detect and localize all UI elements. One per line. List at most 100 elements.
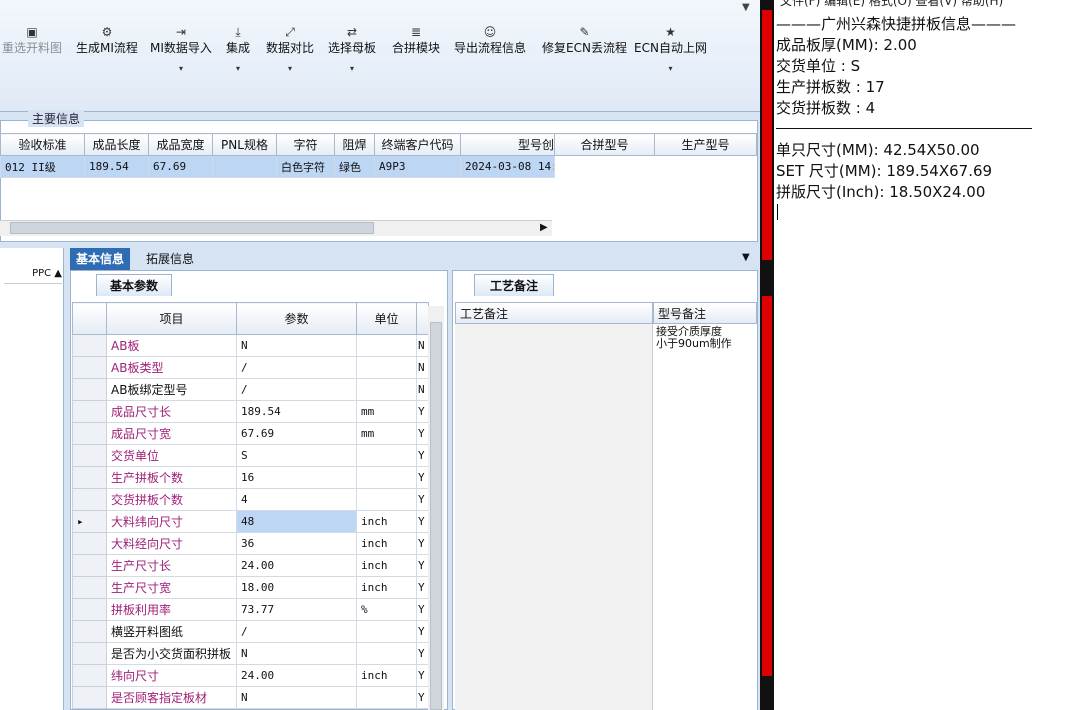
col-unit[interactable]: 单位 bbox=[356, 302, 417, 335]
dropdown-arrow-icon[interactable]: ▾ bbox=[150, 64, 212, 73]
param-value[interactable]: 24.00 bbox=[236, 664, 357, 687]
col-param[interactable]: 参数 bbox=[236, 302, 357, 335]
param-value[interactable]: 16 bbox=[236, 466, 357, 489]
param-value[interactable]: S bbox=[236, 444, 357, 467]
dropdown-arrow-icon[interactable]: ▾ bbox=[226, 64, 250, 73]
toolbar-button-3[interactable]: ⤓ 集成 ▾ bbox=[226, 24, 250, 73]
col-main-6[interactable]: 终端客户代码 bbox=[374, 133, 461, 156]
param-value[interactable]: / bbox=[236, 356, 357, 379]
row-selector[interactable] bbox=[72, 554, 107, 577]
param-value[interactable]: 48 bbox=[236, 510, 357, 533]
param-value[interactable]: / bbox=[236, 620, 357, 643]
param-row[interactable]: AB板绑定型号 / N bbox=[72, 378, 429, 401]
param-row[interactable]: 交货单位 S Y bbox=[72, 444, 429, 467]
row-selector[interactable] bbox=[72, 356, 107, 379]
param-value[interactable]: N bbox=[236, 334, 357, 357]
row-selector[interactable] bbox=[72, 444, 107, 467]
param-value[interactable]: N bbox=[236, 686, 357, 709]
param-value[interactable]: 73.77 bbox=[236, 598, 357, 621]
tab-basic-info[interactable]: 基本信息 bbox=[70, 248, 131, 270]
main-grid-hscroll-thumb[interactable] bbox=[10, 222, 374, 234]
col-main-3[interactable]: PNL规格 bbox=[212, 133, 277, 156]
param-value[interactable]: 189.54 bbox=[236, 400, 357, 423]
param-value[interactable]: / bbox=[236, 378, 357, 401]
row-selector[interactable] bbox=[72, 598, 107, 621]
col-main-2[interactable]: 成品宽度 bbox=[148, 133, 213, 156]
toolbar-button-2[interactable]: ⇥ MI数据导入 ▾ bbox=[150, 24, 212, 73]
row-selector[interactable] bbox=[72, 576, 107, 599]
toolbar-button-7[interactable]: ☺ 导出流程信息 bbox=[454, 24, 526, 56]
tab-extended-info[interactable]: 拓展信息 bbox=[140, 248, 200, 270]
toolbar-button-1[interactable]: ⚙ 生成MI流程 bbox=[76, 24, 138, 56]
dropdown-arrow-icon[interactable]: ▾ bbox=[634, 64, 707, 73]
main-cell-4[interactable]: 白色字符 bbox=[276, 155, 335, 178]
scroll-right-icon[interactable]: ▶ bbox=[540, 222, 548, 233]
row-selector[interactable] bbox=[72, 532, 107, 555]
param-value[interactable]: 67.69 bbox=[236, 422, 357, 445]
param-row[interactable]: 交货拼板个数 4 Y bbox=[72, 488, 429, 511]
param-value[interactable]: 4 bbox=[236, 488, 357, 511]
toolbar-button-4[interactable]: ⤢ 数据对比 ▾ bbox=[266, 24, 314, 73]
col-main-4[interactable]: 字符 bbox=[276, 133, 335, 156]
tab-menu-chevron-down-icon[interactable]: ▼ bbox=[742, 252, 750, 263]
main-cell-2[interactable]: 67.69 bbox=[148, 155, 213, 178]
col-main-5[interactable]: 阻焊 bbox=[334, 133, 375, 156]
row-selector[interactable] bbox=[72, 378, 107, 401]
param-row[interactable]: 是否为小交货面积拼板 N Y bbox=[72, 642, 429, 665]
model-remark-area[interactable] bbox=[653, 302, 757, 710]
row-selector[interactable] bbox=[72, 488, 107, 511]
col-main-1[interactable]: 成品长度 bbox=[84, 133, 149, 156]
param-row[interactable]: 拼板利用率 73.77% Y bbox=[72, 598, 429, 621]
toolbar-button-8[interactable]: ✎ 修复ECN丢流程 bbox=[542, 24, 627, 56]
param-row[interactable]: 是否顾客指定板材 N Y bbox=[72, 686, 429, 709]
dropdown-arrow-icon[interactable]: ▾ bbox=[328, 64, 376, 73]
col-production-model[interactable]: 生产型号 bbox=[654, 133, 757, 156]
col-item[interactable]: 项目 bbox=[106, 302, 237, 335]
toolbar-button-0[interactable]: ▣ 重选开料图 bbox=[2, 24, 62, 56]
main-cell-7[interactable]: 2024-03-08 14:5 bbox=[460, 155, 555, 178]
row-selector[interactable] bbox=[72, 642, 107, 665]
toolbar-button-5[interactable]: ⇄ 选择母板 ▾ bbox=[328, 24, 376, 73]
param-value[interactable]: N bbox=[236, 642, 357, 665]
toolbar-button-9[interactable]: ★ ECN自动上网 ▾ bbox=[634, 24, 707, 73]
params-vscroll-thumb[interactable] bbox=[430, 322, 442, 710]
row-selector[interactable] bbox=[72, 620, 107, 643]
row-selector[interactable] bbox=[72, 422, 107, 445]
row-selector[interactable] bbox=[72, 400, 107, 423]
param-row[interactable]: 生产尺寸宽 18.00 inch Y bbox=[72, 576, 429, 599]
row-selector[interactable]: ▸ bbox=[72, 510, 107, 533]
tab-process-remarks[interactable]: 工艺备注 bbox=[474, 274, 554, 296]
col-main-7[interactable]: 型号创 bbox=[460, 133, 555, 156]
toolbar-button-6[interactable]: ≣ 合拼模块 bbox=[392, 24, 440, 56]
param-row[interactable]: 成品尺寸宽 67.69 mm Y bbox=[72, 422, 429, 445]
toolbar-scroll-down-icon[interactable]: ▼ bbox=[742, 2, 756, 16]
tab-basic-params[interactable]: 基本参数 bbox=[96, 274, 172, 296]
row-selector[interactable] bbox=[72, 466, 107, 489]
row-selector[interactable] bbox=[72, 334, 107, 357]
main-cell-3[interactable] bbox=[212, 155, 277, 178]
main-cell-5[interactable]: 绿色 bbox=[334, 155, 375, 178]
main-info-row[interactable]: 012 II级 189.54 67.69 白色字符 绿色 A9P3 2024-03-08 1… bbox=[0, 155, 555, 178]
process-remark-area[interactable] bbox=[455, 302, 653, 710]
row-selector[interactable] bbox=[72, 686, 107, 709]
main-cell-6[interactable]: A9P3 bbox=[374, 155, 461, 178]
param-row[interactable]: AB板 N N bbox=[72, 334, 429, 357]
main-cell-1[interactable]: 189.54 bbox=[84, 155, 149, 178]
param-row[interactable]: ▸ 大料纬向尺寸 48 inch Y bbox=[72, 510, 429, 533]
param-row[interactable]: 成品尺寸长 189.54 mm Y bbox=[72, 400, 429, 423]
param-row[interactable]: 大料经向尺寸 36 inch Y bbox=[72, 532, 429, 555]
param-row[interactable]: AB板类型 / N bbox=[72, 356, 429, 379]
param-value[interactable]: 18.00 bbox=[236, 576, 357, 599]
main-cell-0[interactable]: 012 II级 bbox=[0, 155, 85, 178]
param-value[interactable]: 24.00 bbox=[236, 554, 357, 577]
param-row[interactable]: 生产尺寸长 24.00 inch Y bbox=[72, 554, 429, 577]
row-selector[interactable] bbox=[72, 664, 107, 687]
col-merge-model[interactable]: 合拼型号 bbox=[554, 133, 655, 156]
param-row[interactable]: 横竖开料图纸 / Y bbox=[72, 620, 429, 643]
dropdown-arrow-icon[interactable]: ▾ bbox=[266, 64, 314, 73]
notepad-menubar[interactable]: 文件(F) 编辑(E) 格式(O) 查看(V) 帮助(H) bbox=[780, 0, 1003, 9]
param-row[interactable]: 纬向尺寸 24.00 inch Y bbox=[72, 664, 429, 687]
param-value[interactable]: 36 bbox=[236, 532, 357, 555]
col-main-0[interactable]: 验收标准 bbox=[0, 133, 85, 156]
param-row[interactable]: 生产拼板个数 16 Y bbox=[72, 466, 429, 489]
